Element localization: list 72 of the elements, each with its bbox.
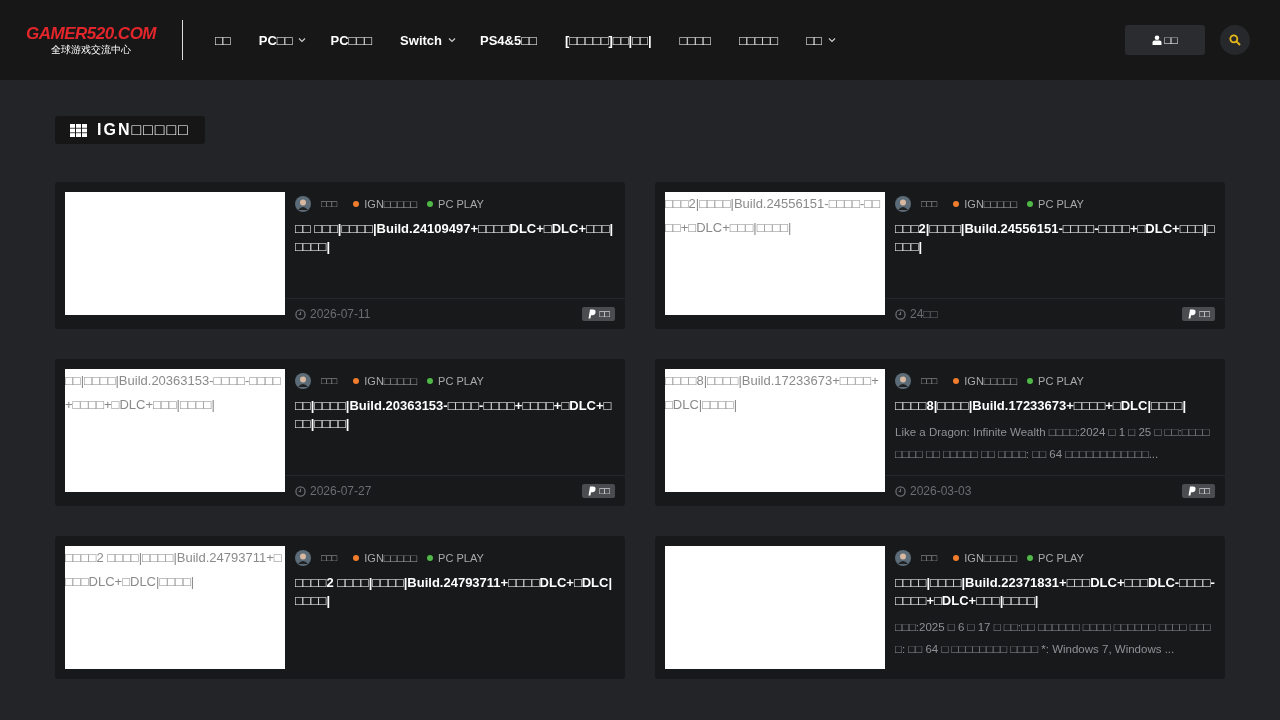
nav-link[interactable]: PS4&5□□: [468, 32, 549, 48]
platform-tag[interactable]: PC PLAY: [1027, 198, 1084, 210]
caret-icon: [298, 36, 307, 44]
caret-icon: [827, 36, 836, 44]
search-icon: [1229, 34, 1241, 46]
paypal-badge[interactable]: □□: [1182, 307, 1215, 321]
image-alt-text: □□|□□□□|Build.20363153-□□□□-□□□□+□□□□+□DLC+□□□|□□□□|: [65, 372, 282, 414]
logo-tagline: 全球游戏交流中心: [51, 44, 131, 56]
author-name: □□□: [921, 376, 938, 386]
post-title[interactable]: □□□□2 □□□□|□□□□|Build.24793711+□□□□DLC+□DLC|□□□□|: [295, 574, 615, 610]
paypal-icon: [587, 309, 597, 319]
search-button[interactable]: [1220, 25, 1250, 55]
nav-link[interactable]: PC□□□: [318, 32, 385, 48]
category-tag[interactable]: IGN□□□□□: [953, 375, 1018, 387]
clock-icon: [895, 308, 906, 320]
nav-link[interactable]: Switch: [388, 32, 468, 48]
image-alt-text: □□□□8|□□□□|Build.17233673+□□□□+□DLC|□□□□|: [665, 372, 880, 414]
paypal-icon: [587, 486, 597, 496]
image-alt-text: □□□2|□□□□|Build.24556151-□□□□-□□□□+□DLC+□□□|□□□□|: [665, 195, 882, 237]
paypal-badge[interactable]: □□: [582, 307, 615, 321]
post-date: 2026-03-03: [895, 484, 972, 498]
clock-icon: [295, 308, 306, 320]
clock-icon: [295, 485, 306, 497]
avatar-icon: [895, 373, 911, 389]
category-tag[interactable]: IGN□□□□□: [353, 198, 418, 210]
post-title[interactable]: □□ □□□|□□□□|Build.24109497+□□□□DLC+□DLC+□□□|□□□□|: [295, 220, 615, 256]
nav-link[interactable]: □□□□: [667, 32, 723, 48]
clock-icon: [895, 485, 906, 497]
avatar-icon: [895, 196, 911, 212]
post-title[interactable]: □□□□|□□□□|Build.22371831+□□□DLC+□□□DLC-□□□□-□□□□+□DLC+□□□|□□□□|: [895, 574, 1215, 610]
post-title[interactable]: □□□□8|□□□□|Build.17233673+□□□□+□DLC|□□□□|: [895, 397, 1215, 415]
paypal-icon: [1187, 486, 1197, 496]
paypal-badge[interactable]: □□: [1182, 484, 1215, 498]
author-name: □□□: [921, 553, 938, 563]
platform-tag[interactable]: PC PLAY: [1027, 375, 1084, 387]
avatar-icon: [295, 196, 311, 212]
post-title[interactable]: □□□2|□□□□|Build.24556151-□□□□-□□□□+□DLC+□□□|□□□□|: [895, 220, 1215, 256]
caret-icon: [448, 36, 456, 44]
category-tag[interactable]: IGN□□□□□: [353, 552, 418, 564]
platform-tag[interactable]: PC PLAY: [427, 198, 484, 210]
platform-tag[interactable]: PC PLAY: [1027, 552, 1084, 564]
post-title[interactable]: □□|□□□□|Build.20363153-□□□□-□□□□+□□□□+□DLC+□□□|□□□□|: [295, 397, 615, 433]
image-alt-text: □□□□2 □□□□|□□□□|Build.24793711+□□□□DLC+□DLC|□□□□|: [65, 549, 283, 591]
section-title: IGN□□□□□: [55, 116, 205, 144]
grid-icon: [70, 123, 87, 137]
paypal-badge[interactable]: □□: [582, 484, 615, 498]
author-name: □□□: [321, 553, 338, 563]
nav-link[interactable]: □□: [794, 32, 848, 48]
author-name: □□□: [921, 199, 938, 209]
avatar-icon: [295, 550, 311, 566]
avatar-icon: [295, 373, 311, 389]
post-date: 24□□: [895, 307, 938, 321]
nav-link[interactable]: PC□□: [246, 32, 319, 48]
author-name: □□□: [321, 199, 338, 209]
platform-tag[interactable]: PC PLAY: [427, 375, 484, 387]
avatar-icon: [895, 550, 911, 566]
nav-link[interactable]: □□□□□: [726, 32, 791, 48]
paypal-icon: [1187, 309, 1197, 319]
user-icon: [1152, 35, 1163, 45]
category-tag[interactable]: IGN□□□□□: [953, 552, 1018, 564]
post-date: 2026-07-11: [295, 307, 371, 321]
logo-text[interactable]: GAMER520.COM: [26, 24, 156, 44]
post-excerpt: □□□:2025 □ 6 □ 17 □ □□:□□ □□□□□□ □□□□ □□□□□□ □□□□ □□□□: □□ 64 □ □□□□□□□□ □□□□ *: Windows 7, Windows ...: [895, 620, 1212, 657]
login-button[interactable]: □□: [1125, 25, 1205, 55]
post-excerpt: Like a Dragon: Infinite Wealth □□□□:2024 □ 1 □ 25 □ □□:□□□□□□□□ □□ □□□□□ □□ □□□□: □□ 64 □□□□□□□□□□□□...: [895, 425, 1211, 462]
post-date: 2026-07-27: [295, 484, 372, 498]
author-name: □□□: [321, 376, 338, 386]
nav-link[interactable]: □□: [203, 32, 243, 48]
platform-tag[interactable]: PC PLAY: [427, 552, 484, 564]
nav-link[interactable]: [□□□□□]□□|□□|: [552, 32, 664, 48]
category-tag[interactable]: IGN□□□□□: [353, 375, 418, 387]
category-tag[interactable]: IGN□□□□□: [953, 198, 1018, 210]
